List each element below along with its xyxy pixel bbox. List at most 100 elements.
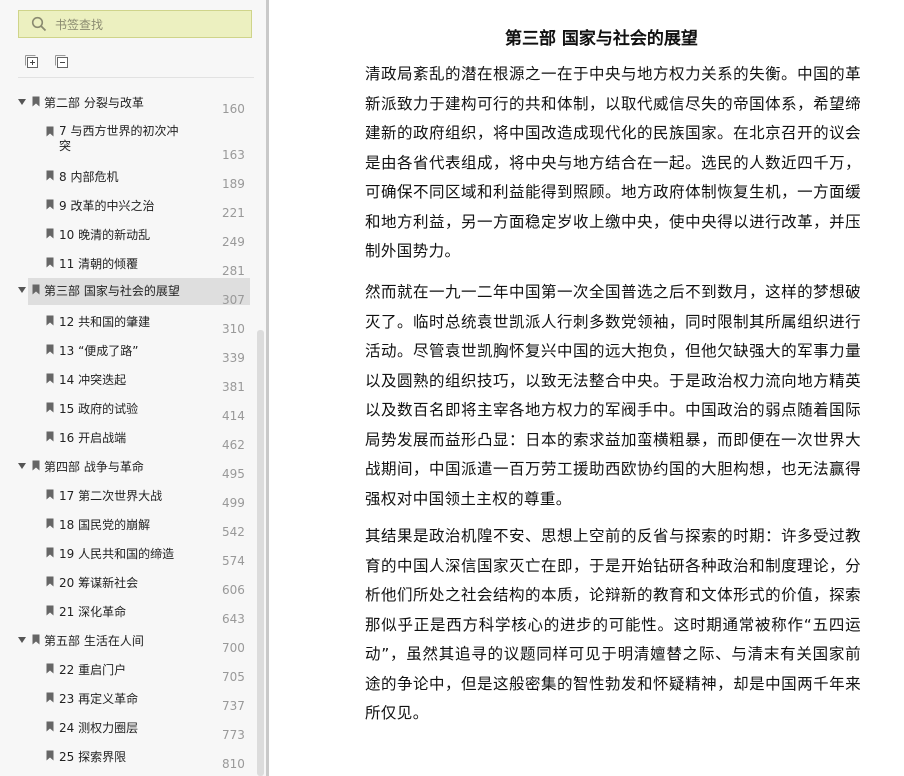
bookmark-label: 11 清朝的倾覆: [59, 257, 139, 271]
bookmark-page-number: 160: [222, 102, 245, 116]
bookmark-label: 16 开启战端: [59, 431, 127, 445]
bookmark-icon: [46, 692, 54, 703]
bookmark-icon: [46, 402, 54, 413]
bookmark-label: 19 人民共和国的缔造: [59, 547, 175, 561]
bookmark-label: 第四部 战争与革命: [44, 460, 144, 474]
bookmark-label: 10 晚清的新动乱: [59, 228, 151, 242]
bookmark-page-number: 462: [222, 438, 245, 452]
bookmark-label: 22 重启门户: [59, 663, 127, 677]
bookmark-search-field[interactable]: 书签查找: [18, 10, 252, 38]
bookmark-chapter[interactable]: 12 共和国的肇建 310: [0, 313, 256, 339]
bookmark-page-number: 281: [222, 264, 245, 278]
bookmark-chapter[interactable]: 9 改革的中兴之治 221: [0, 197, 256, 223]
collapse-all-icon[interactable]: [54, 54, 70, 70]
bookmark-page-number: 606: [222, 583, 245, 597]
bookmark-chapter[interactable]: 10 晚清的新动乱 249: [0, 226, 256, 252]
bookmark-part[interactable]: 第三部 国家与社会的展望 307: [18, 278, 250, 307]
bookmark-chapter[interactable]: 19 人民共和国的缔造 574: [0, 545, 256, 571]
expand-arrow-icon[interactable]: [18, 637, 26, 643]
reader-pane: 第三部 国家与社会的展望 清政局紊乱的潜在根源之一在于中央与地方权力关系的失衡。…: [269, 0, 904, 776]
bookmark-icon: [46, 663, 54, 674]
bookmark-page-number: 221: [222, 206, 245, 220]
bookmark-label: 15 政府的试验: [59, 402, 139, 416]
bookmark-icon: [46, 576, 54, 587]
bookmark-page-number: 574: [222, 554, 245, 568]
bookmark-chapter[interactable]: 14 冲突迭起 381: [0, 371, 256, 397]
bookmark-label: 第五部 生活在人间: [44, 634, 144, 648]
bookmark-chapter[interactable]: 16 开启战端 462: [0, 429, 256, 455]
bookmark-label: 7 与西方世界的初次冲突: [59, 124, 179, 153]
bookmark-icon: [46, 605, 54, 616]
bookmark-page-number: 542: [222, 525, 245, 539]
bookmark-chapter[interactable]: 15 政府的试验 414: [0, 400, 256, 426]
expand-arrow-icon[interactable]: [18, 463, 26, 469]
bookmark-icon: [46, 373, 54, 384]
bookmark-page-number: 499: [222, 496, 245, 510]
expand-arrow-icon[interactable]: [18, 99, 26, 105]
bookmark-icon: [32, 96, 40, 107]
bookmark-chapter[interactable]: 13 “便成了路” 339: [0, 342, 256, 368]
bookmark-icon: [32, 634, 40, 645]
expand-all-icon[interactable]: [24, 54, 40, 70]
paragraph-3: 其结果是政治机隍不安、思想上空前的反省与探索的时期：许多受过教育的中国人深信国家…: [365, 527, 861, 722]
bookmark-icon: [46, 315, 54, 326]
bookmark-label: 8 内部危机: [59, 170, 119, 184]
bookmark-page-number: 249: [222, 235, 245, 249]
bookmark-page-number: 737: [222, 699, 245, 713]
bookmark-icon: [46, 344, 54, 355]
page-title: 第三部 国家与社会的展望: [505, 29, 698, 49]
bookmark-chapter[interactable]: 8 内部危机 189: [0, 168, 256, 194]
bookmark-chapter[interactable]: 20 筹谋新社会 606: [0, 574, 256, 600]
expand-arrow-icon[interactable]: [18, 287, 26, 293]
bookmark-label: 第二部 分裂与改革: [44, 96, 144, 110]
bookmark-label: 21 深化革命: [59, 605, 127, 619]
bookmark-chapter[interactable]: 23 再定义革命 737: [0, 690, 256, 716]
toolbar-divider: [18, 77, 254, 78]
bookmark-sidebar: 书签查找 第二部 分裂与改革 160 7 与西方世界的初次冲突 163 8 内部危机 18…: [0, 0, 266, 776]
bookmark-page-number: 414: [222, 409, 245, 423]
bookmark-page-number: 163: [222, 148, 245, 162]
bookmark-page-number: 773: [222, 728, 245, 742]
bookmark-icon: [32, 460, 40, 471]
bookmark-icon: [32, 284, 40, 295]
bookmark-icon: [46, 257, 54, 268]
paragraph-2: 然而就在一九一二年中国第一次全国普选之后不到数月，这样的梦想破灭了。临时总统袁世…: [365, 283, 861, 508]
bookmark-chapter[interactable]: 24 测权力圈层 773: [0, 719, 256, 745]
bookmark-chapter[interactable]: 22 重启门户 705: [0, 661, 256, 687]
bookmark-chapter[interactable]: 17 第二次世界大战 499: [0, 487, 256, 513]
bookmark-icon: [46, 750, 54, 761]
bookmark-page-number: 307: [222, 293, 245, 307]
bookmark-label: 17 第二次世界大战: [59, 489, 163, 503]
bookmark-page-number: 495: [222, 467, 245, 481]
bookmark-icon: [46, 126, 54, 137]
bookmark-part[interactable]: 第五部 生活在人间 700: [0, 632, 256, 658]
bookmark-chapter[interactable]: 18 国民党的崩解 542: [0, 516, 256, 542]
bookmark-chapter[interactable]: 21 深化革命 643: [0, 603, 256, 629]
bookmark-part[interactable]: 第四部 战争与革命 495: [0, 458, 256, 484]
bookmark-icon: [46, 431, 54, 442]
bookmark-icon: [46, 547, 54, 558]
bookmark-page-number: 381: [222, 380, 245, 394]
bookmark-label: 23 再定义革命: [59, 692, 139, 706]
bookmark-label: 14 冲突迭起: [59, 373, 127, 387]
bookmark-label: 25 探索界限: [59, 750, 127, 764]
bookmark-icon: [46, 170, 54, 181]
sidebar-scrollbar[interactable]: [257, 330, 264, 776]
bookmark-page-number: 189: [222, 177, 245, 191]
bookmark-icon: [46, 518, 54, 529]
paragraph-1: 清政局紊乱的潜在根源之一在于中央与地方权力关系的失衡。中国的革新派致力于建构可行…: [365, 65, 861, 260]
bookmark-label: 13 “便成了路”: [59, 344, 139, 358]
search-icon: [31, 16, 47, 32]
bookmark-label: 18 国民党的崩解: [59, 518, 151, 532]
bookmark-chapter[interactable]: 7 与西方世界的初次冲突 163: [0, 124, 256, 162]
search-placeholder: 书签查找: [55, 17, 104, 32]
bookmark-page-number: 705: [222, 670, 245, 684]
bookmark-icon: [46, 721, 54, 732]
bookmark-chapter[interactable]: 25 探索界限 810: [0, 748, 256, 774]
bookmark-page-number: 643: [222, 612, 245, 626]
bookmark-part[interactable]: 第二部 分裂与改革 160: [0, 94, 256, 120]
bookmark-icon: [46, 228, 54, 239]
bookmark-page-number: 700: [222, 641, 245, 655]
bookmark-label: 第三部 国家与社会的展望: [44, 284, 180, 298]
bookmark-page-number: 339: [222, 351, 245, 365]
